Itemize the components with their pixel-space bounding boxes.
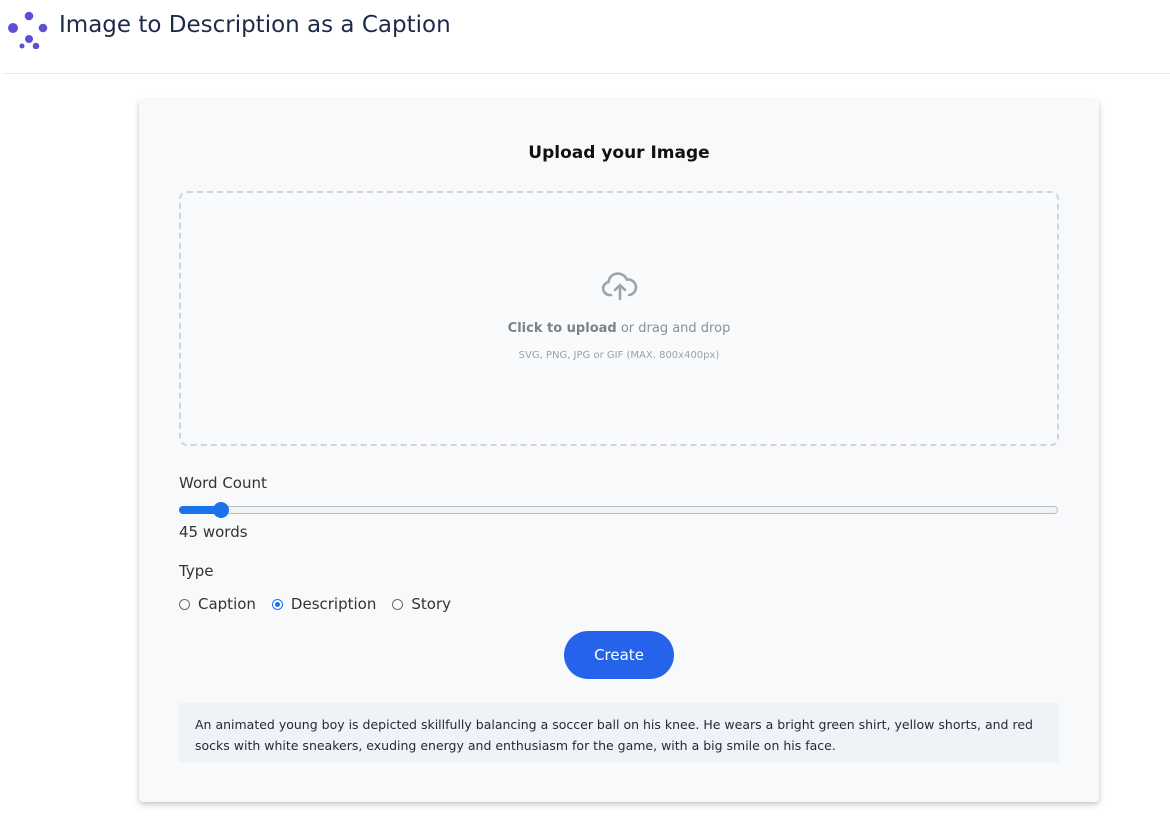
word-count-value: 45 words [179, 523, 248, 541]
app-header: Image to Description as a Caption [0, 0, 1170, 73]
app-title: Image to Description as a Caption [59, 12, 451, 38]
upload-heading: Upload your Image [528, 143, 710, 163]
type-label: Type [179, 562, 214, 580]
create-button[interactable]: Create [564, 631, 674, 679]
type-option-caption[interactable]: Caption [179, 595, 256, 613]
caption-radio-label: Caption [198, 595, 256, 613]
description-radio[interactable] [271, 598, 283, 610]
word-count-slider-thumb[interactable] [213, 502, 230, 518]
app-logo-icon[interactable] [4, 9, 48, 49]
header-divider [3, 73, 1170, 74]
image-dropzone[interactable]: Click to upload or drag and drop SVG, PN… [179, 191, 1059, 446]
description-radio-label: Description [290, 595, 377, 613]
word-count-label: Word Count [179, 474, 267, 492]
generated-text-output: An animated young boy is depicted skillf… [179, 703, 1059, 762]
story-radio[interactable] [392, 598, 404, 610]
word-count-slider-track[interactable] [179, 506, 1058, 514]
type-option-description[interactable]: Description [271, 595, 377, 613]
type-radio-group: Caption Description Story [179, 594, 467, 614]
drag-drop-label: or drag and drop [616, 321, 731, 336]
click-to-upload-label[interactable]: Click to upload [508, 321, 617, 336]
caption-radio[interactable] [179, 598, 190, 610]
cloud-upload-icon [602, 272, 638, 301]
type-option-story[interactable]: Story [392, 595, 451, 613]
generator-card: Upload your Image Click to upload or dra… [139, 99, 1099, 802]
upload-format-hint: SVG, PNG, JPG or GIF (MAX. 800x400px) [518, 350, 720, 361]
upload-instructions: Click to upload or drag and drop [181, 321, 1057, 336]
story-radio-label: Story [411, 595, 451, 613]
